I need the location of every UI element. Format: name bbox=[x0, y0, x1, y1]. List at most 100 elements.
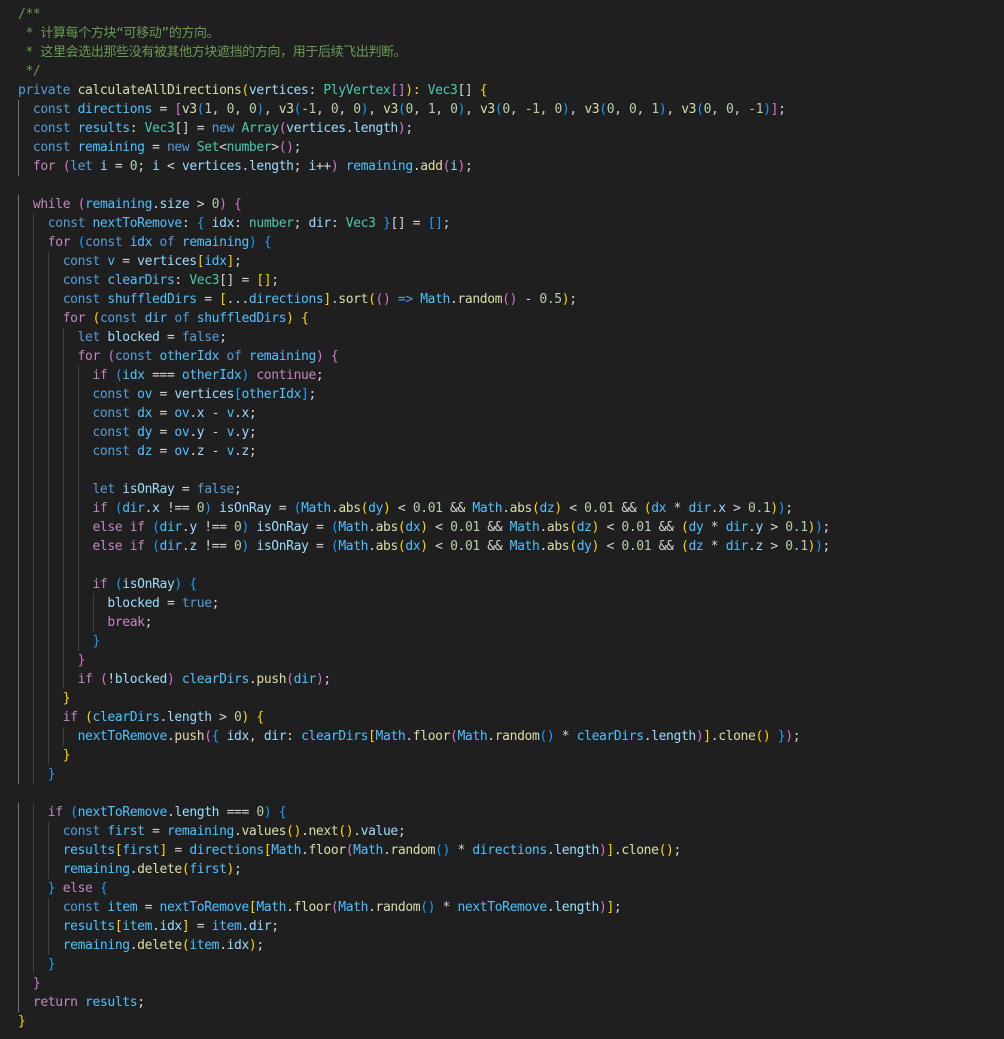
code-line[interactable]: const dx = ov.x - v.x; bbox=[18, 404, 830, 423]
code-line[interactable]: for (const otherIdx of remaining) { bbox=[18, 347, 830, 366]
code-line[interactable]: else if (dir.y !== 0) isOnRay = (Math.ab… bbox=[18, 518, 830, 537]
code-line[interactable]: results[item.idx] = item.dir; bbox=[18, 917, 830, 936]
indent-guide bbox=[47, 537, 49, 556]
code-token: z bbox=[241, 444, 249, 459]
code-token: () bbox=[338, 824, 354, 839]
code-line[interactable]: const nextToRemove: { idx: number; dir: … bbox=[18, 214, 830, 233]
code-token: const bbox=[62, 273, 101, 288]
code-line[interactable]: /** bbox=[18, 5, 830, 24]
code-line[interactable]: if (isOnRay) { bbox=[18, 575, 830, 594]
code-editor[interactable]: /** * 计算每个方块“可移动”的方向。 * 这里会选出那些没有被其他方块遮挡… bbox=[0, 0, 1004, 1039]
code-line[interactable]: * 计算每个方块“可移动”的方向。 bbox=[18, 24, 830, 43]
indent-guide bbox=[62, 385, 64, 404]
code-line[interactable]: if (dir.x !== 0) isOnRay = (Math.abs(dy)… bbox=[18, 499, 830, 518]
code-line[interactable]: const shuffledDirs = [...directions].sor… bbox=[18, 290, 830, 309]
code-token: . bbox=[241, 919, 249, 934]
code-line[interactable]: } bbox=[18, 955, 830, 974]
code-line[interactable]: const ov = vertices[otherIdx]; bbox=[18, 385, 830, 404]
code-line[interactable]: const clearDirs: Vec3[] = []; bbox=[18, 271, 830, 290]
code-token: first bbox=[189, 862, 227, 877]
code-token: Math bbox=[375, 729, 406, 744]
code-line[interactable]: const remaining = new Set<number>(); bbox=[18, 138, 830, 157]
code-line[interactable]: const results: Vec3[] = new Array(vertic… bbox=[18, 119, 830, 138]
code-line[interactable]: const dy = ov.y - v.y; bbox=[18, 423, 830, 442]
code-line[interactable]: if (idx === otherIdx) continue; bbox=[18, 366, 830, 385]
code-content[interactable]: /** * 计算每个方块“可移动”的方向。 * 这里会选出那些没有被其他方块遮挡… bbox=[18, 5, 830, 1031]
code-line[interactable]: } bbox=[18, 632, 830, 651]
code-line[interactable]: if (clearDirs.length > 0) { bbox=[18, 708, 830, 727]
code-token: ] bbox=[770, 102, 779, 117]
code-line[interactable] bbox=[18, 784, 830, 803]
code-line[interactable]: */ bbox=[18, 62, 830, 81]
code-token: add bbox=[420, 159, 443, 174]
code-token: > bbox=[762, 539, 786, 554]
code-line[interactable]: if (nextToRemove.length === 0) { bbox=[18, 803, 830, 822]
code-token: ; bbox=[234, 862, 242, 877]
code-line[interactable]: let blocked = false; bbox=[18, 328, 830, 347]
code-token: * 这里会选出那些没有被其他方块遮挡的方向，用于后续飞出判断。 bbox=[18, 45, 407, 60]
code-token: clearDirs bbox=[301, 729, 369, 744]
code-line[interactable]: return results; bbox=[18, 993, 830, 1012]
code-line[interactable]: } bbox=[18, 746, 830, 765]
indent-guide bbox=[18, 822, 19, 841]
code-line[interactable]: const v = vertices[idx]; bbox=[18, 252, 830, 271]
code-token: = bbox=[189, 919, 212, 934]
code-line[interactable]: remaining.delete(item.idx); bbox=[18, 936, 830, 955]
indent-guide bbox=[18, 442, 19, 461]
code-token: 0.1 bbox=[785, 520, 808, 535]
code-line[interactable]: blocked = true; bbox=[18, 594, 830, 613]
code-line[interactable]: for (const dir of shuffledDirs) { bbox=[18, 309, 830, 328]
code-line[interactable] bbox=[18, 176, 830, 195]
code-line[interactable]: let isOnRay = false; bbox=[18, 480, 830, 499]
code-line[interactable]: nextToRemove.push({ idx, dir: clearDirs[… bbox=[18, 727, 830, 746]
code-token: isOnRay bbox=[122, 482, 175, 497]
code-line[interactable]: private calculateAllDirections(vertices:… bbox=[18, 81, 830, 100]
code-line[interactable]: results[first] = directions[Math.floor(M… bbox=[18, 841, 830, 860]
code-line[interactable]: for (let i = 0; i < vertices.length; i++… bbox=[18, 157, 830, 176]
code-line[interactable]: } bbox=[18, 1012, 830, 1031]
code-line[interactable] bbox=[18, 461, 830, 480]
code-token: 1 bbox=[204, 102, 212, 117]
code-token: () bbox=[278, 140, 294, 155]
code-line[interactable]: const dz = ov.z - v.z; bbox=[18, 442, 830, 461]
code-line[interactable]: const item = nextToRemove[Math.floor(Mat… bbox=[18, 898, 830, 917]
code-token: remaining bbox=[345, 159, 413, 174]
code-token: dx bbox=[137, 406, 153, 421]
indent-guide bbox=[18, 233, 19, 252]
code-token: . bbox=[286, 900, 294, 915]
code-token: = bbox=[308, 520, 331, 535]
code-line[interactable]: const directions = [v3(1, 0, 0), v3(-1, … bbox=[18, 100, 830, 119]
code-line[interactable]: while (remaining.size > 0) { bbox=[18, 195, 830, 214]
code-line[interactable]: for (const idx of remaining) { bbox=[18, 233, 830, 252]
code-token: const bbox=[62, 824, 101, 839]
code-token: abs bbox=[546, 539, 570, 554]
code-line[interactable]: } bbox=[18, 974, 830, 993]
code-line[interactable]: * 这里会选出那些没有被其他方块遮挡的方向，用于后续飞出判断。 bbox=[18, 43, 830, 62]
code-token: ( bbox=[375, 292, 384, 307]
code-line[interactable]: const first = remaining.values().next().… bbox=[18, 822, 830, 841]
indent-guide bbox=[47, 328, 49, 347]
code-token: = bbox=[144, 824, 167, 839]
code-line[interactable]: break; bbox=[18, 613, 830, 632]
code-line[interactable]: } bbox=[18, 689, 830, 708]
code-token: isOnRay bbox=[122, 577, 175, 592]
code-line[interactable]: } else { bbox=[18, 879, 830, 898]
code-token: ; bbox=[271, 919, 279, 934]
code-line[interactable]: } bbox=[18, 651, 830, 670]
code-line[interactable]: if (!blocked) clearDirs.push(dir); bbox=[18, 670, 830, 689]
code-token: 0.01 bbox=[621, 539, 652, 554]
code-line[interactable] bbox=[18, 556, 830, 575]
code-token: v3 bbox=[278, 102, 294, 117]
code-line[interactable]: else if (dir.z !== 0) isOnRay = (Math.ab… bbox=[18, 537, 830, 556]
code-line[interactable]: } bbox=[18, 765, 830, 784]
code-token: push bbox=[174, 729, 205, 744]
code-line[interactable]: remaining.delete(first); bbox=[18, 860, 830, 879]
